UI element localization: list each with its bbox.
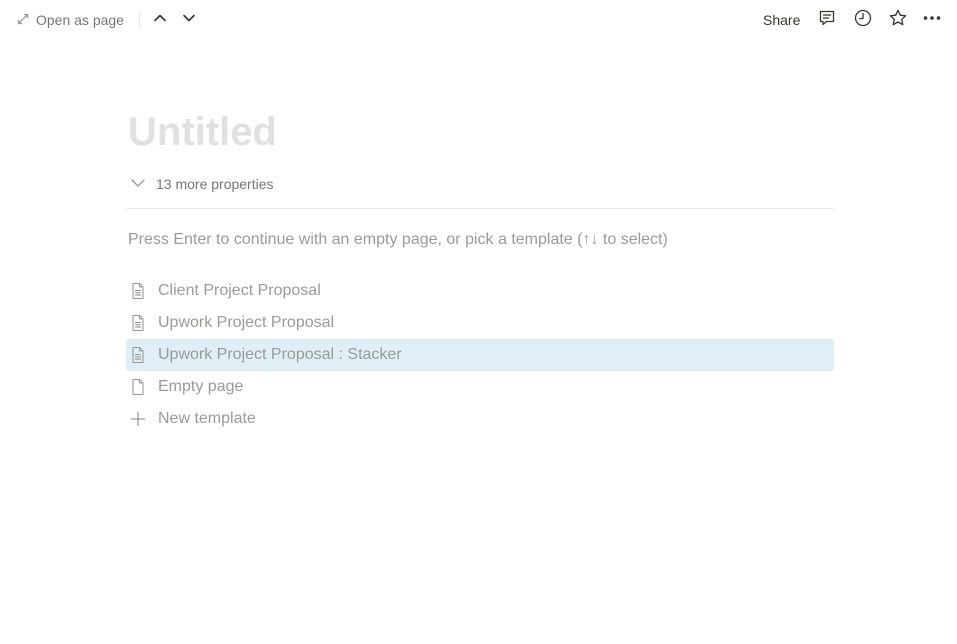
expand-icon: [16, 12, 30, 29]
plus-icon: [128, 409, 148, 429]
template-label: Upwork Project Proposal : Stacker: [158, 346, 402, 363]
new-template-button[interactable]: New template: [126, 403, 834, 435]
open-as-page-label: Open as page: [36, 12, 124, 28]
chevron-down-icon: [130, 175, 146, 194]
document-icon: [128, 281, 148, 301]
document-icon: [128, 345, 148, 365]
star-icon: [888, 8, 908, 33]
template-list: Client Project Proposal Upwork Project P…: [126, 275, 834, 435]
template-item[interactable]: Client Project Proposal: [126, 275, 834, 307]
more-properties-toggle[interactable]: 13 more properties: [130, 174, 274, 194]
comment-icon: [817, 8, 837, 33]
more-icon: [922, 8, 942, 33]
template-label: Client Project Proposal: [158, 282, 321, 299]
template-hint: Press Enter to continue with an empty pa…: [128, 231, 668, 248]
more-options-button[interactable]: [920, 8, 944, 32]
chevron-up-icon: [152, 10, 168, 31]
document-icon: [128, 313, 148, 333]
share-button[interactable]: Share: [763, 8, 800, 32]
next-page-button[interactable]: [177, 8, 201, 32]
template-label: New template: [158, 410, 256, 427]
top-bar: Open as page Share: [0, 0, 957, 40]
template-item-selected[interactable]: Upwork Project Proposal : Stacker: [126, 339, 834, 371]
toolbar-divider: [139, 12, 140, 28]
chevron-down-icon: [181, 10, 197, 31]
comments-button[interactable]: [815, 8, 839, 32]
history-icon: [853, 8, 873, 33]
open-as-page-button[interactable]: Open as page: [16, 8, 124, 32]
favorite-button[interactable]: [886, 8, 910, 32]
template-item[interactable]: Upwork Project Proposal: [126, 307, 834, 339]
more-properties-label: 13 more properties: [156, 176, 274, 192]
previous-page-button[interactable]: [148, 8, 172, 32]
page-title[interactable]: Untitled: [128, 110, 277, 154]
empty-page-item[interactable]: Empty page: [126, 371, 834, 403]
blank-page-icon: [128, 377, 148, 397]
template-label: Empty page: [158, 378, 244, 395]
properties-divider: [126, 208, 834, 209]
updates-button[interactable]: [851, 8, 875, 32]
template-label: Upwork Project Proposal: [158, 314, 335, 331]
